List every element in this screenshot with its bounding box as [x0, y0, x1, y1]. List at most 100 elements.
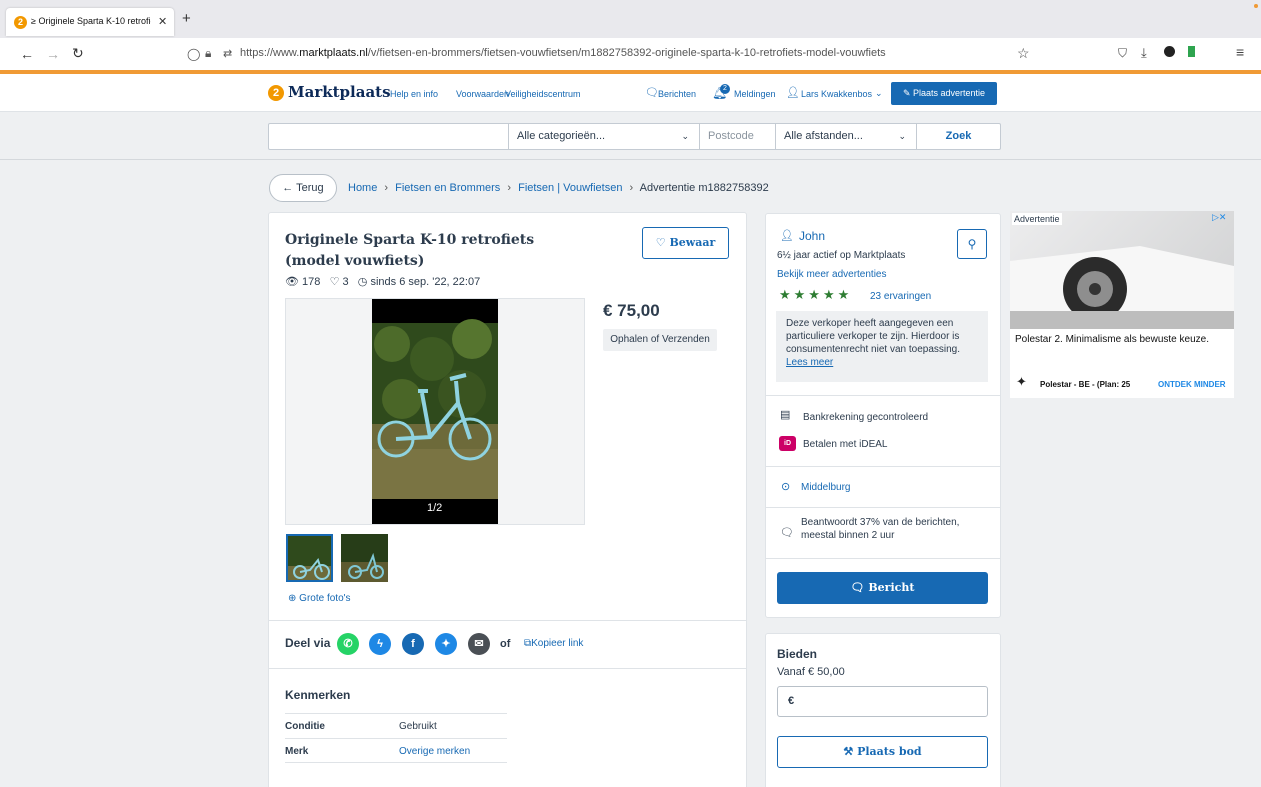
- lock-icon[interactable]: 🔒︎: [205, 46, 211, 61]
- thumbnail-1[interactable]: [286, 534, 333, 582]
- pocket-icon[interactable]: ⛉: [1118, 46, 1127, 61]
- messenger-icon[interactable]: ϟ: [369, 633, 391, 655]
- bookmark-star-icon[interactable]: ☆: [1017, 45, 1030, 62]
- read-more-link[interactable]: Lees meer: [786, 357, 833, 368]
- thumbnail-2[interactable]: [341, 534, 388, 582]
- share-label: Deel via: [285, 636, 331, 650]
- user-icon: 👤︎: [786, 87, 800, 99]
- location-pin-icon: ⊙: [781, 481, 791, 493]
- polestar-logo-icon: ✦: [1016, 374, 1027, 389]
- permissions-icon[interactable]: ⇄: [223, 47, 232, 60]
- seller-note: Deze verkoper heeft aangegeven een parti…: [776, 311, 988, 382]
- arrow-left-icon: ←: [282, 182, 297, 194]
- email-icon[interactable]: ✉: [468, 633, 490, 655]
- large-photos-link[interactable]: ⊕ Grote foto's: [288, 593, 351, 604]
- postcode-input[interactable]: Postcode: [700, 124, 776, 149]
- bid-amount-input[interactable]: €: [777, 686, 988, 717]
- post-ad-label: Plaats advertentie: [913, 88, 986, 98]
- image-counter: 1/2: [427, 502, 443, 514]
- divider: [269, 668, 746, 669]
- chat-icon: 🗨︎: [780, 527, 794, 539]
- terms-link[interactable]: Voorwaarden: [456, 89, 509, 99]
- notification-badge: 2: [720, 84, 730, 94]
- notifications-link[interactable]: Meldingen: [734, 89, 776, 99]
- search-input[interactable]: [269, 124, 509, 149]
- message-label: Bericht: [868, 581, 915, 594]
- view-count: 178: [302, 276, 321, 288]
- new-tab-icon[interactable]: +: [182, 10, 191, 27]
- search-button[interactable]: Zoek: [917, 124, 1000, 149]
- category-value: Alle categorieën...: [517, 130, 606, 142]
- adchoices-icon[interactable]: ▷✕: [1212, 212, 1226, 223]
- shield-icon[interactable]: ◯: [187, 47, 200, 61]
- place-bid-button[interactable]: ⚒ Plaats bod: [777, 736, 988, 768]
- zoom-icon: ⊕: [288, 593, 300, 604]
- close-tab-icon[interactable]: ✕: [158, 15, 167, 28]
- chevron-down-icon[interactable]: ⌄: [875, 88, 883, 99]
- url-path: /v/fietsen-en-brommers/fietsen-vouwfiets…: [367, 47, 886, 59]
- ideal-label: Betalen met iDEAL: [803, 439, 888, 450]
- attribute-value-link[interactable]: Overige merken: [399, 739, 470, 764]
- seller-location[interactable]: Middelburg: [801, 482, 850, 493]
- more-ads-link[interactable]: Bekijk meer advertenties: [777, 269, 887, 280]
- browser-tab[interactable]: 2 ≥ Originele Sparta K-10 retrofiet ✕: [6, 8, 174, 36]
- extension-green-icon[interactable]: [1188, 46, 1195, 57]
- chat-icon: 🗨︎: [645, 87, 659, 99]
- breadcrumb-current: Advertentie m1882758392: [639, 182, 769, 194]
- user-icon: 👤︎: [780, 230, 794, 242]
- seller-name[interactable]: John: [799, 229, 825, 243]
- back-button[interactable]: ← Terug: [269, 174, 337, 202]
- ad-headline[interactable]: Polestar 2. Minimalisme als bewuste keuz…: [1015, 334, 1209, 345]
- share-or: of: [500, 638, 511, 650]
- chevron-right-icon: ›: [384, 182, 389, 194]
- save-button[interactable]: ♡ Bewaar: [642, 227, 729, 259]
- copy-link-label: Kopieer link: [531, 638, 584, 649]
- divider: [766, 395, 1000, 396]
- listing-title: Originele Sparta K-10 retrofiets (model …: [285, 232, 535, 269]
- place-bid-label: Plaats bod: [857, 745, 922, 758]
- message-button[interactable]: 🗨︎ Bericht: [777, 572, 988, 604]
- follow-seller-icon[interactable]: ⚲: [957, 229, 987, 259]
- breadcrumb: Home › Fietsen en Brommers › Fietsen | V…: [348, 182, 769, 194]
- breadcrumb-subcategory[interactable]: Fietsen | Vouwfietsen: [518, 182, 622, 194]
- copy-link[interactable]: ⧉Kopieer link: [524, 638, 583, 649]
- chevron-down-icon: ⌄: [681, 131, 689, 141]
- forward-icon[interactable]: →: [46, 46, 60, 62]
- back-icon[interactable]: ←: [20, 46, 34, 62]
- favorite-count: 3: [342, 276, 349, 288]
- hammer-icon: ⚒: [843, 745, 858, 758]
- ad-label: Advertentie: [1012, 213, 1062, 225]
- reviews-link[interactable]: 23 ervaringen: [870, 291, 931, 302]
- notification-dot-icon: [1254, 4, 1258, 8]
- rating-stars: ★★★★★: [779, 287, 853, 302]
- distance-value: Alle afstanden...: [784, 130, 863, 142]
- post-ad-button[interactable]: ✎ Plaats advertentie: [891, 82, 997, 105]
- delivery-badge: Ophalen of Verzenden: [603, 329, 717, 351]
- distance-select[interactable]: Alle afstanden... ⌄: [776, 124, 917, 149]
- category-select[interactable]: Alle categorieën... ⌄: [509, 124, 700, 149]
- url-bar[interactable]: https://www.marktplaats.nl/v/fietsen-en-…: [240, 47, 960, 59]
- download-icon[interactable]: ⤓: [1141, 45, 1147, 61]
- bank-verified: Bankrekening gecontroleerd: [803, 412, 929, 423]
- user-menu[interactable]: Lars Kwakkenbos: [801, 89, 872, 99]
- messages-link[interactable]: Berichten: [658, 89, 696, 99]
- facebook-icon[interactable]: f: [402, 633, 424, 655]
- listing-stats: 👁︎ 178 ♡ 3 ◷ sinds 6 sep. '22, 22:07: [285, 275, 480, 288]
- safety-link[interactable]: Veiligheidscentrum: [505, 89, 581, 99]
- listing-photo[interactable]: [372, 299, 498, 524]
- help-link[interactable]: Help en info: [390, 89, 438, 99]
- extension-icon[interactable]: [1164, 46, 1175, 57]
- menu-icon[interactable]: ≡: [1236, 44, 1244, 60]
- ad-image[interactable]: [1010, 211, 1234, 329]
- twitter-icon[interactable]: ✦: [435, 633, 457, 655]
- chevron-right-icon: ›: [507, 182, 512, 194]
- tab-title: ≥ Originele Sparta K-10 retrofiet: [31, 16, 151, 26]
- breadcrumb-home[interactable]: Home: [348, 182, 377, 194]
- whatsapp-icon[interactable]: ✆: [337, 633, 359, 655]
- reload-icon[interactable]: ↻: [72, 45, 84, 62]
- heart-icon: ♡: [329, 276, 340, 288]
- logo-icon: 2: [268, 85, 284, 101]
- breadcrumb-category[interactable]: Fietsen en Brommers: [395, 182, 500, 194]
- site-header: [0, 74, 1261, 112]
- ad-cta[interactable]: ONTDEK MINDER: [1158, 380, 1226, 389]
